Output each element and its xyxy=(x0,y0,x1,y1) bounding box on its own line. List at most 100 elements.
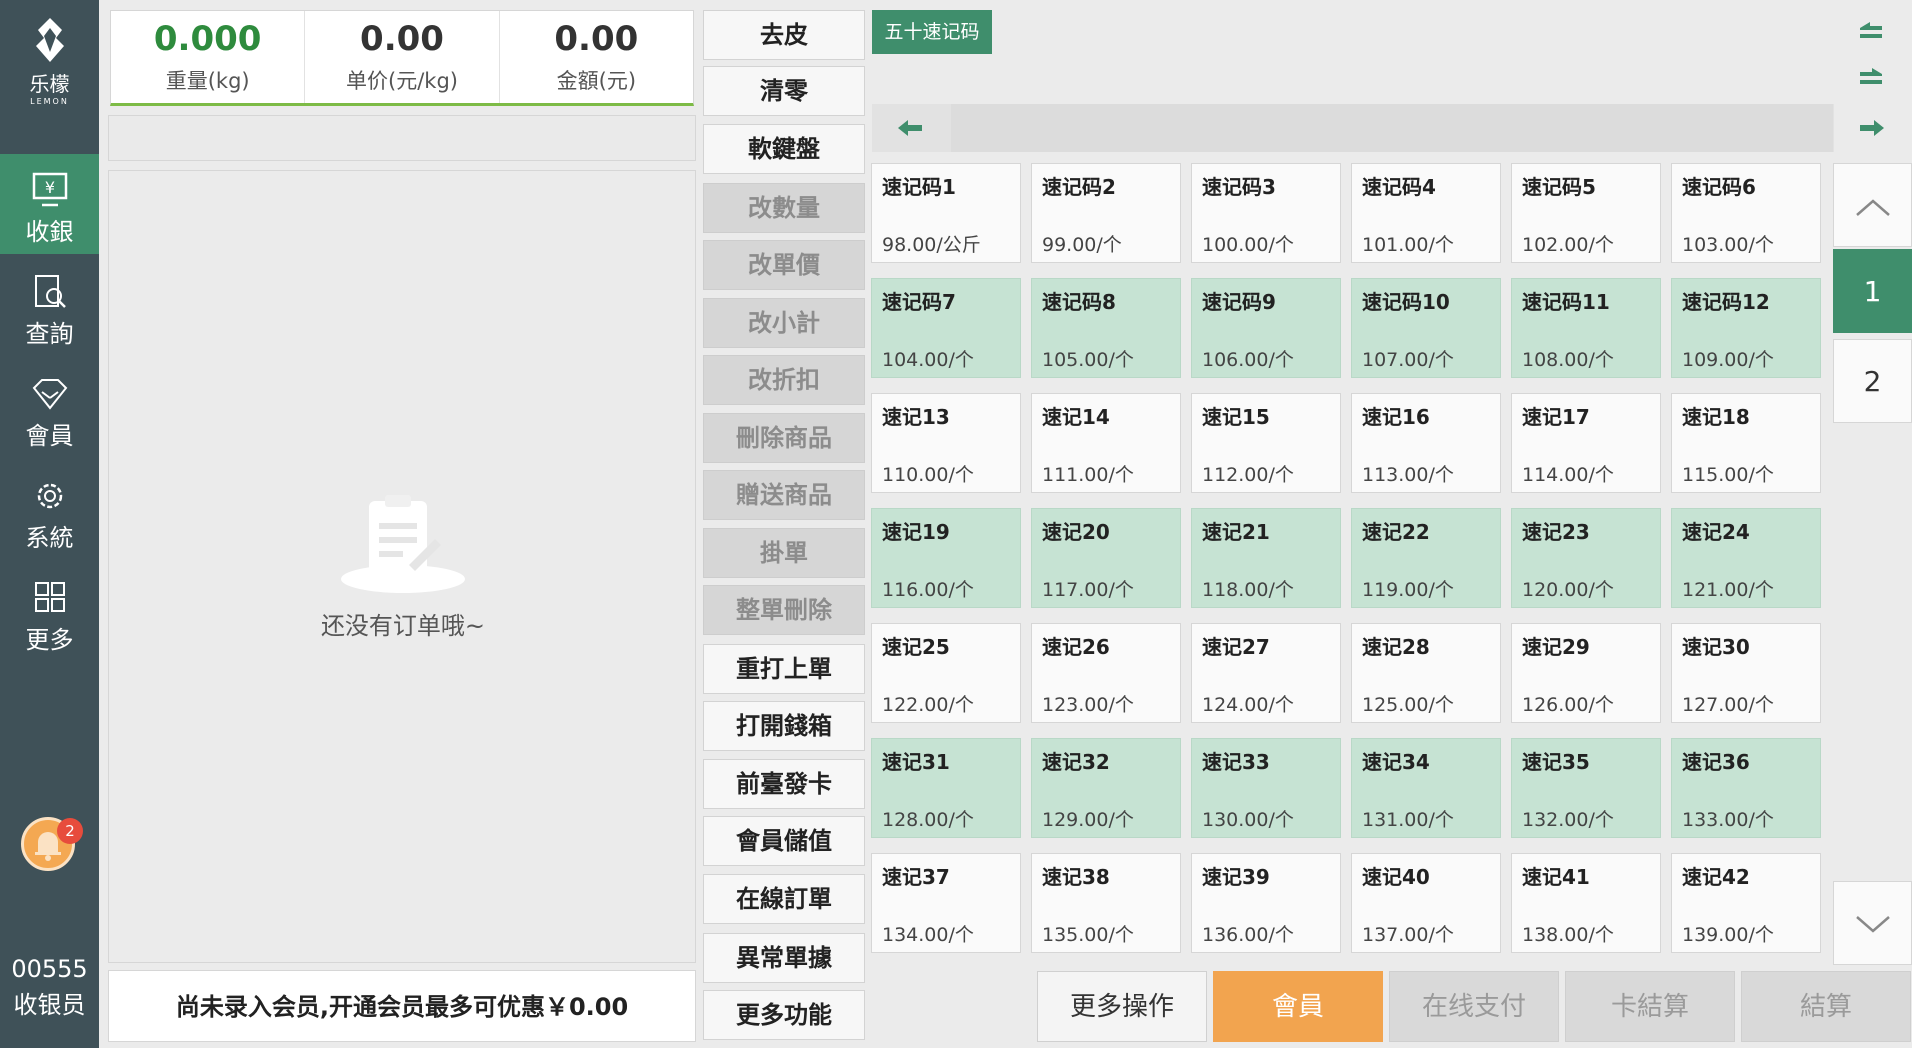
product-tile[interactable]: 速记31 128.00/个 xyxy=(871,738,1021,838)
product-tile[interactable]: 速记29 126.00/个 xyxy=(1511,623,1661,723)
category-prev-icon[interactable] xyxy=(896,117,926,139)
product-tile[interactable]: 速记码11 108.00/个 xyxy=(1511,278,1661,378)
search-doc-icon xyxy=(34,275,66,308)
function-button[interactable]: 軟鍵盤 xyxy=(703,124,865,174)
product-tile[interactable]: 速记30 127.00/个 xyxy=(1671,623,1821,723)
product-tile[interactable]: 速记16 113.00/个 xyxy=(1351,393,1501,493)
nav-more[interactable]: 更多 xyxy=(0,562,99,662)
product-tile[interactable]: 速记码2 99.00/个 xyxy=(1031,163,1181,263)
product-tile[interactable]: 速记32 129.00/个 xyxy=(1031,738,1181,838)
product-name: 速记码5 xyxy=(1522,175,1596,199)
checkout-button[interactable]: 結算 xyxy=(1741,971,1911,1042)
nav-query[interactable]: 查詢 xyxy=(0,256,99,356)
page-1-button[interactable]: 1 xyxy=(1833,249,1912,333)
online-pay-button[interactable]: 在线支付 xyxy=(1389,971,1559,1042)
function-button[interactable]: 改小計 xyxy=(703,298,865,348)
product-tile[interactable]: 速记码10 107.00/个 xyxy=(1351,278,1501,378)
function-button[interactable]: 改數量 xyxy=(703,183,865,233)
product-name: 速记码6 xyxy=(1682,175,1756,199)
product-tile[interactable]: 速记15 112.00/个 xyxy=(1191,393,1341,493)
product-name: 速记17 xyxy=(1522,405,1590,429)
function-button[interactable]: 異常單據 xyxy=(703,933,865,983)
product-tile[interactable]: 速记21 118.00/个 xyxy=(1191,508,1341,608)
product-price: 139.00/个 xyxy=(1682,924,1774,946)
function-button[interactable]: 去皮 xyxy=(703,10,865,60)
product-name: 速记23 xyxy=(1522,520,1590,544)
function-button[interactable]: 掛單 xyxy=(703,528,865,578)
nav-member[interactable]: 會員 xyxy=(0,358,99,458)
more-actions-button[interactable]: 更多操作 xyxy=(1037,971,1207,1042)
function-button[interactable]: 改單價 xyxy=(703,240,865,290)
product-tile[interactable]: 速记码5 102.00/个 xyxy=(1511,163,1661,263)
collapse-left-icon[interactable] xyxy=(1856,20,1886,44)
product-name: 速记26 xyxy=(1042,635,1110,659)
page-2-button[interactable]: 2 xyxy=(1833,339,1912,423)
product-tile[interactable]: 速记27 124.00/个 xyxy=(1191,623,1341,723)
function-button[interactable]: 打開錢箱 xyxy=(703,701,865,751)
member-promo-bar[interactable]: 尚未录入会员,开通会员最多可优惠￥0.00 xyxy=(108,970,696,1042)
nav-cashier[interactable]: ¥ 收銀 xyxy=(0,154,99,254)
product-tile[interactable]: 速记36 133.00/个 xyxy=(1671,738,1821,838)
product-tile[interactable]: 速记38 135.00/个 xyxy=(1031,853,1181,953)
product-name: 速记36 xyxy=(1682,750,1750,774)
page-up-button[interactable] xyxy=(1833,163,1912,247)
product-tile[interactable]: 速记35 132.00/个 xyxy=(1511,738,1661,838)
function-button[interactable]: 整單刪除 xyxy=(703,585,865,635)
product-tile[interactable]: 速记码8 105.00/个 xyxy=(1031,278,1181,378)
product-tile[interactable]: 速记40 137.00/个 xyxy=(1351,853,1501,953)
function-button[interactable]: 會員儲值 xyxy=(703,816,865,866)
product-tile[interactable]: 速记14 111.00/个 xyxy=(1031,393,1181,493)
product-tile[interactable]: 速记23 120.00/个 xyxy=(1511,508,1661,608)
member-button[interactable]: 會員 xyxy=(1213,971,1383,1042)
function-button[interactable]: 改折扣 xyxy=(703,355,865,405)
function-button[interactable]: 在線訂單 xyxy=(703,874,865,924)
product-price: 121.00/个 xyxy=(1682,579,1774,601)
product-tile[interactable]: 速记42 139.00/个 xyxy=(1671,853,1821,953)
product-tile[interactable]: 速记37 134.00/个 xyxy=(871,853,1021,953)
product-tile[interactable]: 速记码4 101.00/个 xyxy=(1351,163,1501,263)
product-price: 129.00/个 xyxy=(1042,809,1134,831)
product-tile[interactable]: 速记码12 109.00/个 xyxy=(1671,278,1821,378)
function-button[interactable]: 贈送商品 xyxy=(703,470,865,520)
product-tile[interactable]: 速记41 138.00/个 xyxy=(1511,853,1661,953)
product-tile[interactable]: 速记码9 106.00/个 xyxy=(1191,278,1341,378)
product-tile[interactable]: 速记码3 100.00/个 xyxy=(1191,163,1341,263)
page-down-button[interactable] xyxy=(1833,881,1912,965)
product-price: 137.00/个 xyxy=(1362,924,1454,946)
product-name: 速记码1 xyxy=(882,175,956,199)
product-tile[interactable]: 速记19 116.00/个 xyxy=(871,508,1021,608)
product-tile[interactable]: 速记码7 104.00/个 xyxy=(871,278,1021,378)
product-tile[interactable]: 速记24 121.00/个 xyxy=(1671,508,1821,608)
product-price: 118.00/个 xyxy=(1202,579,1294,601)
product-tile[interactable]: 速记34 131.00/个 xyxy=(1351,738,1501,838)
function-button[interactable]: 更多功能 xyxy=(703,990,865,1040)
product-price: 134.00/个 xyxy=(882,924,974,946)
product-name: 速记34 xyxy=(1362,750,1430,774)
cashier-id: 00555 xyxy=(11,955,88,983)
function-button[interactable]: 清零 xyxy=(703,66,865,116)
product-tile[interactable]: 速记25 122.00/个 xyxy=(871,623,1021,723)
product-price: 109.00/个 xyxy=(1682,349,1774,371)
nav-system[interactable]: 系統 xyxy=(0,460,99,560)
expand-right-icon[interactable] xyxy=(1856,66,1886,90)
chevron-down-icon xyxy=(1855,916,1890,933)
product-tile[interactable]: 速记28 125.00/个 xyxy=(1351,623,1501,723)
product-tile[interactable]: 速记17 114.00/个 xyxy=(1511,393,1661,493)
product-tile[interactable]: 速记22 119.00/个 xyxy=(1351,508,1501,608)
function-button[interactable]: 重打上單 xyxy=(703,644,865,694)
product-tile[interactable]: 速记码6 103.00/个 xyxy=(1671,163,1821,263)
product-tile[interactable]: 速记13 110.00/个 xyxy=(871,393,1021,493)
nav-system-label: 系統 xyxy=(25,524,74,552)
product-tile[interactable]: 速记18 115.00/个 xyxy=(1671,393,1821,493)
product-tile[interactable]: 速记33 130.00/个 xyxy=(1191,738,1341,838)
function-button[interactable]: 前臺發卡 xyxy=(703,759,865,809)
function-button[interactable]: 刪除商品 xyxy=(703,413,865,463)
tab-category-active[interactable]: 五十速记码 xyxy=(872,10,992,54)
unit-price-display: 0.00 单价(元/kg) xyxy=(305,11,500,103)
product-tile[interactable]: 速记20 117.00/个 xyxy=(1031,508,1181,608)
category-next-icon[interactable] xyxy=(1856,117,1886,139)
product-tile[interactable]: 速记39 136.00/个 xyxy=(1191,853,1341,953)
product-tile[interactable]: 速记26 123.00/个 xyxy=(1031,623,1181,723)
product-tile[interactable]: 速记码1 98.00/公斤 xyxy=(871,163,1021,263)
card-settle-button[interactable]: 卡結算 xyxy=(1565,971,1735,1042)
